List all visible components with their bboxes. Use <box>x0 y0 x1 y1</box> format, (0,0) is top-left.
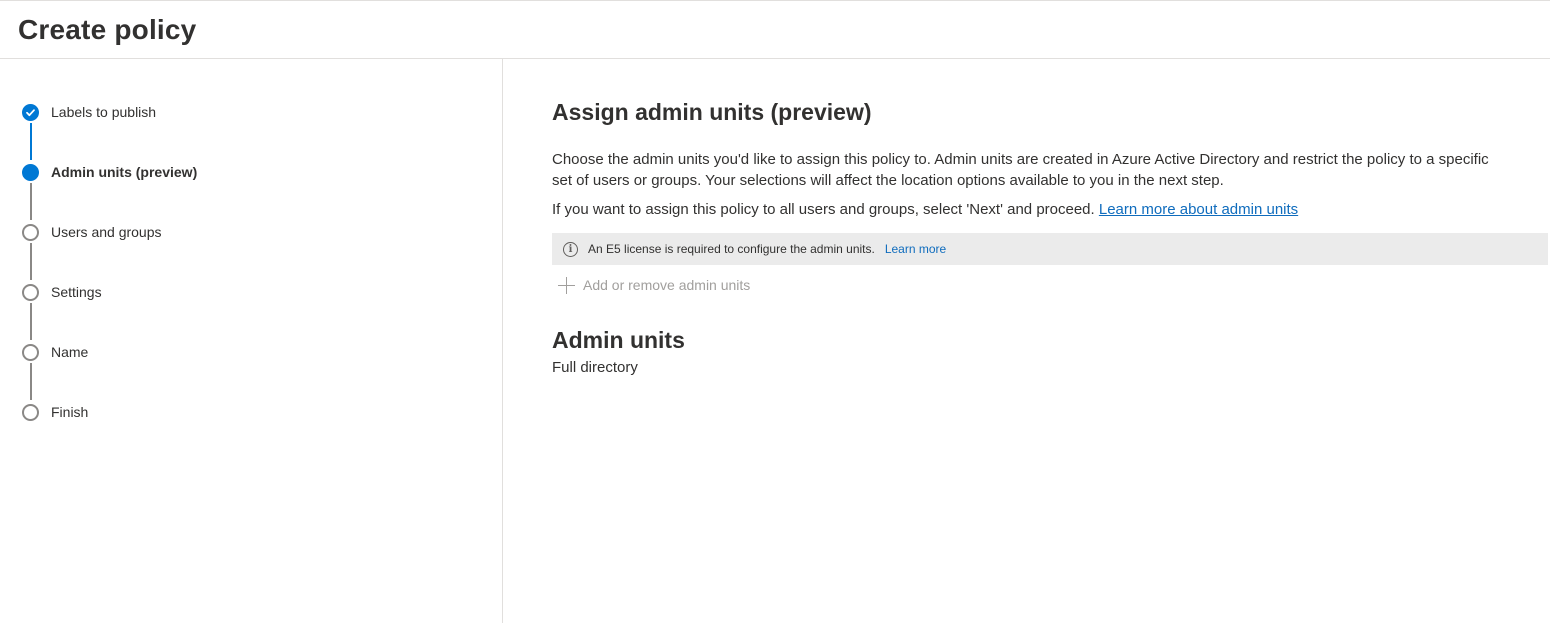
add-remove-admin-units-button[interactable]: Add or remove admin units <box>558 275 750 295</box>
info-bar-message: An E5 license is required to configure t… <box>588 242 875 256</box>
pending-step-icon <box>22 343 39 361</box>
learn-more-admin-units-link[interactable]: Learn more about admin units <box>1099 201 1298 218</box>
all-users-text: If you want to assign this policy to all… <box>552 201 1095 218</box>
pending-step-icon <box>22 403 39 421</box>
wizard-step-label: Name <box>51 344 89 360</box>
wizard-step-name[interactable]: Name <box>22 342 88 362</box>
page-title: Create policy <box>18 14 197 45</box>
wizard-step-admin-units[interactable]: Admin units (preview) <box>22 162 197 182</box>
wizard-step-labels-to-publish[interactable]: Labels to publish <box>22 102 156 122</box>
create-policy-page: Create policy Labels to publish Admin un… <box>0 0 1550 623</box>
wizard-step-users-and-groups[interactable]: Users and groups <box>22 222 162 242</box>
add-button-label: Add or remove admin units <box>583 277 751 293</box>
info-bar-learn-more-link[interactable]: Learn more <box>885 242 946 256</box>
all-users-instruction: If you want to assign this policy to all… <box>552 199 1298 220</box>
info-icon: i <box>563 241 578 257</box>
description-text: Choose the admin units you'd like to ass… <box>552 151 1489 189</box>
step-connector <box>30 123 32 160</box>
license-info-bar: i An E5 license is required to configure… <box>552 233 1548 265</box>
admin-units-heading: Admin units <box>552 327 685 353</box>
step-connector <box>30 303 32 340</box>
step-connector <box>30 183 32 220</box>
plus-icon <box>558 276 575 294</box>
section-heading: Assign admin units (preview) <box>552 99 872 125</box>
step-connector <box>30 243 32 280</box>
wizard-step-label: Labels to publish <box>51 104 157 120</box>
current-step-icon <box>22 163 39 181</box>
step-connector <box>30 363 32 400</box>
wizard-step-label: Settings <box>51 284 102 300</box>
wizard-step-label: Admin units (preview) <box>51 164 198 180</box>
pending-step-icon <box>22 283 39 301</box>
wizard-step-settings[interactable]: Settings <box>22 282 102 302</box>
page-header: Create policy <box>0 1 1550 59</box>
admin-units-value: Full directory <box>552 359 638 376</box>
wizard-steps-panel: Labels to publish Admin units (preview) … <box>0 59 503 623</box>
pending-step-icon <box>22 223 39 241</box>
wizard-step-label: Users and groups <box>51 224 162 240</box>
checkmark-icon <box>22 103 39 121</box>
wizard-step-finish[interactable]: Finish <box>22 402 88 422</box>
wizard-step-label: Finish <box>51 404 89 420</box>
